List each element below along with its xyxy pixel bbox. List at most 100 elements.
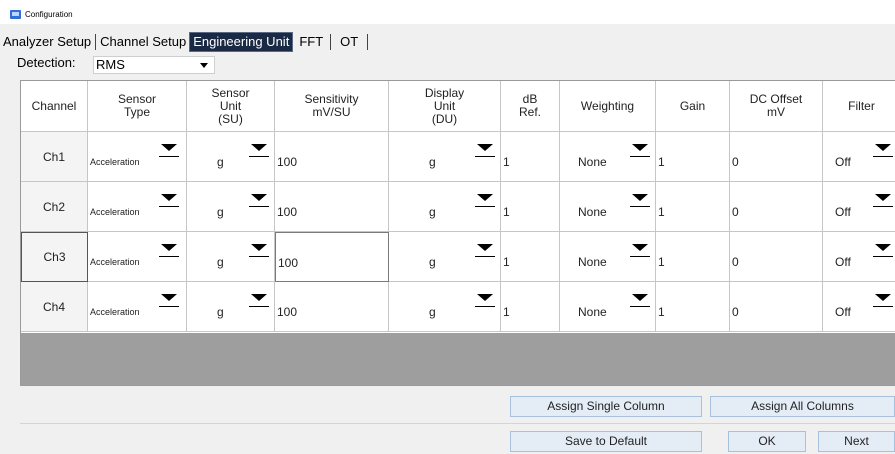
header-sensor-unit[interactable]: Sensor Unit (SU) bbox=[187, 81, 275, 132]
tab-analyzer-setup[interactable]: Analyzer Setup bbox=[0, 33, 94, 51]
detection-dropdown[interactable]: RMS bbox=[93, 56, 215, 74]
chevron-down-icon bbox=[875, 244, 891, 251]
chevron-down-icon bbox=[632, 194, 648, 201]
gain-input[interactable]: 1 bbox=[656, 182, 730, 232]
gain-value: 1 bbox=[658, 205, 665, 219]
save-to-default-button[interactable]: Save to Default bbox=[510, 431, 702, 452]
dropdown-underline bbox=[873, 306, 893, 307]
header-dc-offset[interactable]: DC Offset mV bbox=[730, 81, 823, 132]
ok-button[interactable]: OK bbox=[728, 431, 806, 452]
table-header-row: Channel Sensor Type Sensor Unit (SU) Sen… bbox=[21, 81, 895, 132]
table-row: Ch1 Acceleration g 100 g 1 None 1 0 Off bbox=[21, 132, 895, 182]
dc-offset-input[interactable]: 0 bbox=[730, 232, 823, 282]
header-filter[interactable]: Filter bbox=[823, 81, 895, 132]
display-unit-dropdown[interactable]: g bbox=[389, 282, 501, 332]
sensor-type-value: Acceleration bbox=[90, 207, 140, 217]
gain-value: 1 bbox=[658, 155, 665, 169]
chevron-down-icon bbox=[632, 244, 648, 251]
tab-engineering-unit[interactable]: Engineering Unit bbox=[189, 31, 294, 52]
dropdown-underline bbox=[475, 256, 495, 257]
weighting-dropdown[interactable]: None bbox=[560, 132, 656, 182]
dropdown-underline bbox=[249, 206, 269, 207]
sensor-type-value: Acceleration bbox=[90, 257, 140, 267]
dc-offset-input[interactable]: 0 bbox=[730, 182, 823, 232]
sensor-unit-dropdown[interactable]: g bbox=[187, 132, 275, 182]
header-display-unit[interactable]: Display Unit (DU) bbox=[389, 81, 501, 132]
filter-value: Off bbox=[835, 205, 851, 219]
filter-dropdown[interactable]: Off bbox=[823, 132, 895, 182]
header-db-ref[interactable]: dB Ref. bbox=[501, 81, 560, 132]
header-channel[interactable]: Channel bbox=[21, 81, 88, 132]
weighting-dropdown[interactable]: None bbox=[560, 182, 656, 232]
sensitivity-input[interactable]: 100 bbox=[275, 182, 389, 232]
dc-offset-input[interactable]: 0 bbox=[730, 282, 823, 332]
dropdown-underline bbox=[873, 156, 893, 157]
sensitivity-value: 100 bbox=[278, 256, 299, 270]
header-sensitivity[interactable]: Sensitivity mV/SU bbox=[275, 81, 389, 132]
dc-offset-value: 0 bbox=[732, 155, 739, 169]
chevron-down-icon bbox=[251, 144, 267, 151]
tab-fft[interactable]: FFT bbox=[296, 33, 326, 51]
assign-single-column-button[interactable]: Assign Single Column bbox=[510, 396, 702, 417]
dropdown-underline bbox=[159, 306, 179, 307]
weighting-dropdown[interactable]: None bbox=[560, 232, 656, 282]
sensor-unit-value: g bbox=[217, 155, 224, 169]
header-sensor-type[interactable]: Sensor Type bbox=[88, 81, 187, 132]
channel-cell[interactable]: Ch2 bbox=[21, 182, 88, 232]
sensitivity-input-active[interactable]: 100 bbox=[275, 232, 389, 282]
dropdown-underline bbox=[630, 156, 650, 157]
gain-input[interactable]: 1 bbox=[656, 232, 730, 282]
weighting-dropdown[interactable]: None bbox=[560, 282, 656, 332]
filter-value: Off bbox=[835, 255, 851, 269]
channel-cell[interactable]: Ch1 bbox=[21, 132, 88, 182]
window-title: Configuration bbox=[25, 10, 73, 19]
next-button[interactable]: Next bbox=[818, 431, 895, 452]
app-icon bbox=[10, 10, 21, 19]
gain-input[interactable]: 1 bbox=[656, 132, 730, 182]
header-weighting[interactable]: Weighting bbox=[560, 81, 656, 132]
display-unit-dropdown[interactable]: g bbox=[389, 132, 501, 182]
sensor-type-dropdown[interactable]: Acceleration bbox=[88, 132, 187, 182]
dc-offset-input[interactable]: 0 bbox=[730, 132, 823, 182]
tab-channel-setup[interactable]: Channel Setup bbox=[97, 33, 189, 51]
sensitivity-input[interactable]: 100 bbox=[275, 282, 389, 332]
title-bar: Configuration bbox=[0, 0, 895, 24]
tab-ot[interactable]: OT bbox=[337, 33, 361, 51]
chevron-down-icon bbox=[251, 244, 267, 251]
sensor-type-dropdown[interactable]: Acceleration bbox=[88, 182, 187, 232]
display-unit-dropdown[interactable]: g bbox=[389, 232, 501, 282]
sensor-type-dropdown[interactable]: Acceleration bbox=[88, 282, 187, 332]
channel-cell-selected[interactable]: Ch3 bbox=[21, 232, 88, 282]
gain-value: 1 bbox=[658, 255, 665, 269]
db-ref-input[interactable]: 1 bbox=[501, 232, 560, 282]
sensor-unit-dropdown[interactable]: g bbox=[187, 232, 275, 282]
gain-input[interactable]: 1 bbox=[656, 282, 730, 332]
sensor-type-value: Acceleration bbox=[90, 157, 140, 167]
db-ref-input[interactable]: 1 bbox=[501, 132, 560, 182]
channel-cell[interactable]: Ch4 bbox=[21, 282, 88, 332]
filter-value: Off bbox=[835, 305, 851, 319]
dc-offset-value: 0 bbox=[732, 205, 739, 219]
table-row: Ch3 Acceleration g 100 g 1 None 1 0 Off bbox=[21, 232, 895, 282]
sensor-type-dropdown[interactable]: Acceleration bbox=[88, 232, 187, 282]
filter-value: Off bbox=[835, 155, 851, 169]
display-unit-value: g bbox=[429, 155, 436, 169]
display-unit-dropdown[interactable]: g bbox=[389, 182, 501, 232]
db-ref-input[interactable]: 1 bbox=[501, 282, 560, 332]
sensitivity-input[interactable]: 100 bbox=[275, 132, 389, 182]
filter-dropdown[interactable]: Off bbox=[823, 182, 895, 232]
sensor-unit-value: g bbox=[217, 305, 224, 319]
assign-all-columns-button[interactable]: Assign All Columns bbox=[710, 396, 895, 417]
header-gain[interactable]: Gain bbox=[656, 81, 730, 132]
weighting-value: None bbox=[578, 155, 607, 169]
db-ref-value: 1 bbox=[503, 155, 510, 169]
sensor-unit-dropdown[interactable]: g bbox=[187, 282, 275, 332]
sensor-unit-value: g bbox=[217, 205, 224, 219]
filter-dropdown[interactable]: Off bbox=[823, 282, 895, 332]
db-ref-input[interactable]: 1 bbox=[501, 182, 560, 232]
sensor-unit-dropdown[interactable]: g bbox=[187, 182, 275, 232]
filter-dropdown[interactable]: Off bbox=[823, 232, 895, 282]
dropdown-underline bbox=[873, 256, 893, 257]
dropdown-underline bbox=[159, 206, 179, 207]
dropdown-underline bbox=[159, 156, 179, 157]
